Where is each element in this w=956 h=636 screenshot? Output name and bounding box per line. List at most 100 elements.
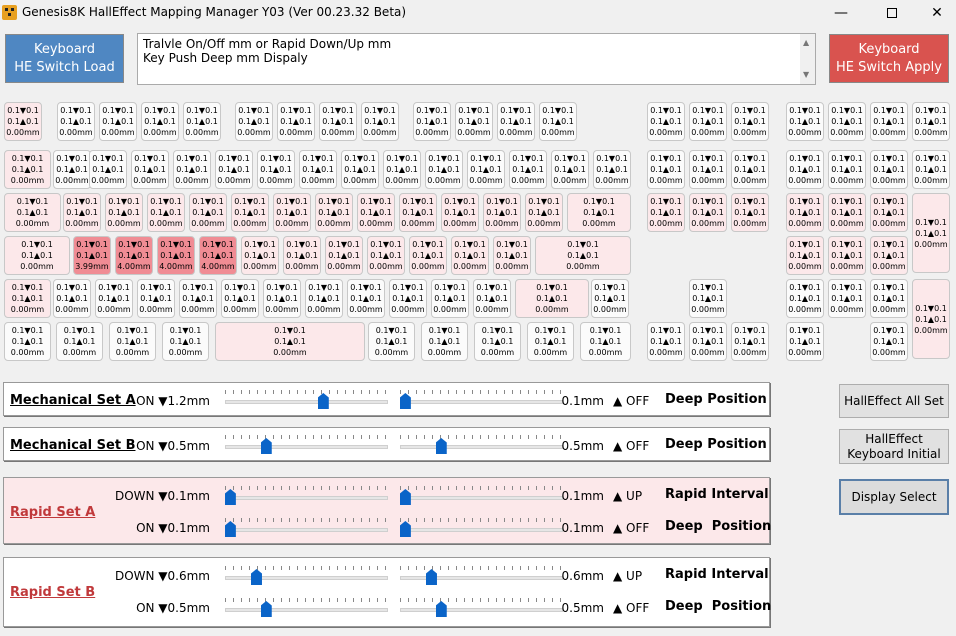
key-button[interactable]: 0.1▼0.1 0.1▲0.1 0.00mm <box>591 279 629 318</box>
rapid-a-deep-slider[interactable] <box>399 518 563 538</box>
key-button[interactable]: 0.1▼0.1 0.1▲0.1 0.00mm <box>493 236 531 275</box>
key-button[interactable]: 0.1▼0.1 0.1▲0.1 0.00mm <box>509 150 547 189</box>
display-select-button[interactable]: Display Select <box>839 479 949 515</box>
key-button[interactable]: 0.1▼0.1 0.1▲0.1 0.00mm <box>647 193 685 232</box>
slider-thumb[interactable] <box>224 489 236 505</box>
key-button[interactable]: 0.1▼0.1 0.1▲0.1 0.00mm <box>828 279 866 318</box>
key-button[interactable]: 0.1▼0.1 0.1▲0.1 0.00mm <box>473 279 511 318</box>
key-button[interactable]: 0.1▼0.1 0.1▲0.1 0.00mm <box>368 322 415 361</box>
key-button[interactable]: 0.1▼0.1 0.1▲0.1 0.00mm <box>235 102 273 141</box>
key-button[interactable]: 0.1▼0.1 0.1▲0.1 0.00mm <box>731 150 769 189</box>
key-button[interactable]: 0.1▼0.1 0.1▲0.1 0.00mm <box>4 322 51 361</box>
key-button[interactable]: 0.1▼0.1 0.1▲0.1 0.00mm <box>283 236 321 275</box>
key-button[interactable]: 0.1▼0.1 0.1▲0.1 0.00mm <box>689 193 727 232</box>
key-button[interactable]: 0.1▼0.1 0.1▲0.1 0.00mm <box>319 102 357 141</box>
key-button[interactable]: 0.1▼0.1 0.1▲0.1 0.00mm <box>689 102 727 141</box>
key-button[interactable]: 0.1▼0.1 0.1▲0.1 0.00mm <box>162 322 209 361</box>
key-button[interactable]: 0.1▼0.1 0.1▲0.1 0.00mm <box>451 236 489 275</box>
rapid-b-on-slider[interactable] <box>225 598 388 618</box>
rapid-a-up-slider[interactable] <box>399 486 563 506</box>
key-button[interactable]: 0.1▼0.1 0.1▲0.1 0.00mm <box>4 279 51 318</box>
key-button[interactable]: 0.1▼0.1 0.1▲0.1 0.00mm <box>455 102 493 141</box>
key-button[interactable]: 0.1▼0.1 0.1▲0.1 0.00mm <box>870 193 908 232</box>
key-button[interactable]: 0.1▼0.1 0.1▲0.1 0.00mm <box>4 102 42 141</box>
slider-thumb[interactable] <box>435 601 447 617</box>
key-button[interactable]: 0.1▼0.1 0.1▲0.1 0.00mm <box>647 150 685 189</box>
key-button[interactable]: 0.1▼0.1 0.1▲0.1 0.00mm <box>147 193 185 232</box>
key-button[interactable]: 0.1▼0.1 0.1▲0.1 0.00mm <box>912 150 950 189</box>
key-button[interactable]: 0.1▼0.1 0.1▲0.1 0.00mm <box>277 102 315 141</box>
key-button[interactable]: 0.1▼0.1 0.1▲0.1 0.00mm <box>497 102 535 141</box>
key-button[interactable]: 0.1▼0.1 0.1▲0.1 0.00mm <box>593 150 631 189</box>
slider-thumb[interactable] <box>250 569 262 585</box>
key-button[interactable]: 0.1▼0.1 0.1▲0.1 0.00mm <box>173 150 211 189</box>
key-button[interactable]: 0.1▼0.1 0.1▲0.1 0.00mm <box>828 193 866 232</box>
key-button[interactable]: 0.1▼0.1 0.1▲0.1 0.00mm <box>399 193 437 232</box>
key-button[interactable]: 0.1▼0.1 0.1▲0.1 0.00mm <box>731 322 769 361</box>
key-button[interactable]: 0.1▼0.1 0.1▲0.1 0.00mm <box>263 279 301 318</box>
key-button[interactable]: 0.1▼0.1 0.1▲0.1 0.00mm <box>431 279 469 318</box>
key-button[interactable]: 0.1▼0.1 0.1▲0.1 0.00mm <box>647 102 685 141</box>
key-button[interactable]: 0.1▼0.1 0.1▲0.1 0.00mm <box>325 236 363 275</box>
halleffect-all-set-button[interactable]: HallEffect All Set <box>839 384 949 418</box>
key-button[interactable]: 0.1▼0.1 0.1▲0.1 0.00mm <box>4 150 51 189</box>
key-button[interactable]: 0.1▼0.1 0.1▲0.1 0.00mm <box>912 193 950 273</box>
mech-a-deep-slider[interactable] <box>399 390 563 410</box>
key-button[interactable]: 0.1▼0.1 0.1▲0.1 0.00mm <box>786 193 824 232</box>
rapid-b-up-slider[interactable] <box>400 566 563 586</box>
key-button[interactable]: 0.1▼0.1 0.1▲0.1 0.00mm <box>483 193 521 232</box>
key-button[interactable]: 0.1▼0.1 0.1▲0.1 0.00mm <box>912 279 950 359</box>
key-button[interactable]: 0.1▼0.1 0.1▲0.1 0.00mm <box>786 150 824 189</box>
key-button[interactable]: 0.1▼0.1 0.1▲0.1 0.00mm <box>189 193 227 232</box>
key-button[interactable]: 0.1▼0.1 0.1▲0.1 0.00mm <box>215 322 365 361</box>
key-button[interactable]: 0.1▼0.1 0.1▲0.1 0.00mm <box>870 236 908 275</box>
slider-thumb[interactable] <box>260 601 272 617</box>
key-button[interactable]: 0.1▼0.1 0.1▲0.1 4.00mm <box>115 236 153 275</box>
key-button[interactable]: 0.1▼0.1 0.1▲0.1 0.00mm <box>241 236 279 275</box>
key-button[interactable]: 0.1▼0.1 0.1▲0.1 0.00mm <box>273 193 311 232</box>
key-button[interactable]: 0.1▼0.1 0.1▲0.1 0.00mm <box>105 193 143 232</box>
key-button[interactable]: 0.1▼0.1 0.1▲0.1 0.00mm <box>299 150 337 189</box>
key-button[interactable]: 0.1▼0.1 0.1▲0.1 0.00mm <box>870 322 908 361</box>
key-button[interactable]: 0.1▼0.1 0.1▲0.1 0.00mm <box>183 102 221 141</box>
key-button[interactable]: 0.1▼0.1 0.1▲0.1 0.00mm <box>539 102 577 141</box>
rapid-a-on-slider[interactable] <box>224 518 388 538</box>
key-button[interactable]: 0.1▼0.1 0.1▲0.1 0.00mm <box>527 322 574 361</box>
key-button[interactable]: 0.1▼0.1 0.1▲0.1 0.00mm <box>179 279 217 318</box>
key-button[interactable]: 0.1▼0.1 0.1▲0.1 0.00mm <box>231 193 269 232</box>
key-button[interactable]: 0.1▼0.1 0.1▲0.1 0.00mm <box>57 102 95 141</box>
key-button[interactable]: 0.1▼0.1 0.1▲0.1 0.00mm <box>786 279 824 318</box>
mech-a-on-slider[interactable] <box>225 390 388 410</box>
key-button[interactable]: 0.1▼0.1 0.1▲0.1 0.00mm <box>689 322 727 361</box>
rapid-b-deep-slider[interactable] <box>400 598 563 618</box>
key-button[interactable]: 0.1▼0.1 0.1▲0.1 0.00mm <box>4 236 70 275</box>
mechanical-set-a-title[interactable]: Mechanical Set A <box>10 393 136 408</box>
key-button[interactable]: 0.1▼0.1 0.1▲0.1 0.00mm <box>361 102 399 141</box>
slider-thumb[interactable] <box>224 521 236 537</box>
key-button[interactable]: 0.1▼0.1 0.1▲0.1 0.00mm <box>383 150 421 189</box>
key-button[interactable]: 0.1▼0.1 0.1▲0.1 0.00mm <box>467 150 505 189</box>
key-button[interactable]: 0.1▼0.1 0.1▲0.1 0.00mm <box>441 193 479 232</box>
slider-thumb[interactable] <box>425 569 437 585</box>
key-button[interactable]: 0.1▼0.1 0.1▲0.1 0.00mm <box>870 279 908 318</box>
key-button[interactable]: 0.1▼0.1 0.1▲0.1 0.00mm <box>141 102 179 141</box>
rapid-b-down-slider[interactable] <box>225 566 388 586</box>
keyboard-initial-button[interactable]: HallEffect Keyboard Initial <box>839 429 949 464</box>
key-button[interactable]: 0.1▼0.1 0.1▲0.1 3.99mm <box>73 236 111 275</box>
key-button[interactable]: 0.1▼0.1 0.1▲0.1 0.00mm <box>912 102 950 141</box>
key-button[interactable]: 0.1▼0.1 0.1▲0.1 0.00mm <box>137 279 175 318</box>
slider-thumb[interactable] <box>317 393 329 409</box>
key-button[interactable]: 0.1▼0.1 0.1▲0.1 0.00mm <box>535 236 631 275</box>
key-button[interactable]: 0.1▼0.1 0.1▲0.1 0.00mm <box>689 150 727 189</box>
key-button[interactable]: 0.1▼0.1 0.1▲0.1 0.00mm <box>786 102 824 141</box>
slider-thumb[interactable] <box>399 521 411 537</box>
key-button[interactable]: 0.1▼0.1 0.1▲0.1 0.00mm <box>828 150 866 189</box>
key-button[interactable]: 0.1▼0.1 0.1▲0.1 0.00mm <box>53 150 91 189</box>
key-button[interactable]: 0.1▼0.1 0.1▲0.1 0.00mm <box>828 236 866 275</box>
key-button[interactable]: 0.1▼0.1 0.1▲0.1 0.00mm <box>525 193 563 232</box>
key-button[interactable]: 0.1▼0.1 0.1▲0.1 0.00mm <box>89 150 127 189</box>
key-button[interactable]: 0.1▼0.1 0.1▲0.1 0.00mm <box>63 193 101 232</box>
slider-thumb[interactable] <box>399 393 411 409</box>
key-button[interactable]: 0.1▼0.1 0.1▲0.1 0.00mm <box>131 150 169 189</box>
key-button[interactable]: 0.1▼0.1 0.1▲0.1 0.00mm <box>215 150 253 189</box>
